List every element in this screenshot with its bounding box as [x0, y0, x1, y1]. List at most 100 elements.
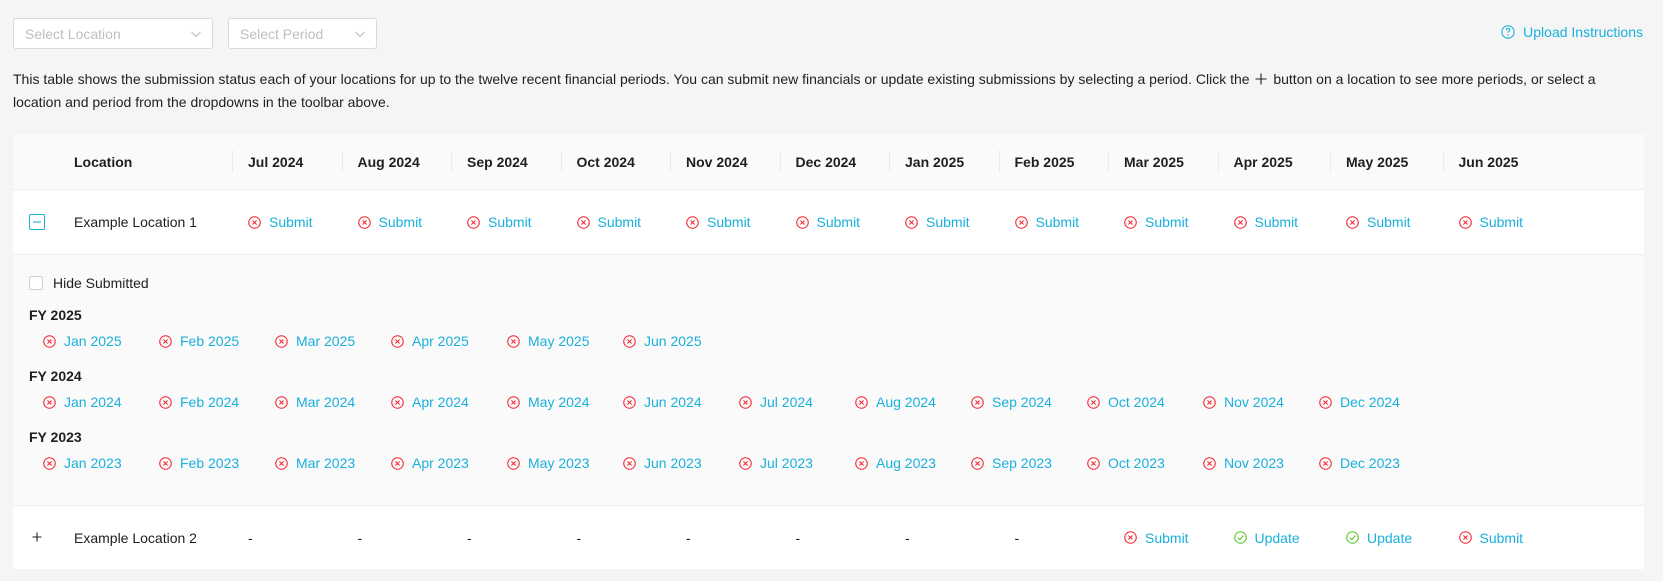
update-link[interactable]: Update [1233, 530, 1300, 546]
period-cell: Submit [467, 190, 532, 254]
submit-link[interactable]: Submit [1458, 214, 1524, 230]
period-link[interactable]: May 2023 [507, 455, 623, 471]
close-circle-icon [686, 215, 699, 229]
close-circle-icon [1087, 456, 1100, 470]
submit-link[interactable]: Submit [1014, 214, 1079, 230]
period-link[interactable]: Feb 2024 [159, 394, 275, 410]
location-select[interactable]: Select Location [13, 18, 213, 49]
close-circle-icon [357, 215, 371, 229]
period-link[interactable]: Apr 2023 [391, 455, 507, 471]
period-link[interactable]: Dec 2024 [1319, 394, 1435, 410]
fiscal-year-title: FY 2025 [29, 307, 82, 323]
status-label: Submit [707, 214, 751, 230]
period-link[interactable]: Mar 2023 [275, 455, 391, 471]
close-circle-icon [1087, 395, 1100, 409]
period-select[interactable]: Select Period [228, 18, 377, 49]
upload-instructions-link[interactable]: Upload Instructions [1501, 24, 1643, 40]
table-row: Example Location 1 Submit Submit Submit Subm… [13, 190, 1644, 255]
period-link[interactable]: Nov 2023 [1203, 455, 1319, 471]
period-link[interactable]: Mar 2025 [275, 333, 391, 349]
close-circle-icon [855, 456, 868, 470]
period-link[interactable]: Sep 2023 [971, 455, 1087, 471]
period-link[interactable]: Apr 2025 [391, 333, 507, 349]
period-link[interactable]: Aug 2023 [855, 455, 971, 471]
no-data-dash: - [686, 529, 691, 546]
no-data-dash: - [905, 529, 910, 546]
period-label: Dec 2024 [1340, 394, 1400, 410]
submit-link[interactable]: Submit [1346, 214, 1411, 230]
period-link[interactable]: Jul 2024 [739, 394, 855, 410]
period-link[interactable]: Jan 2023 [43, 455, 159, 471]
close-circle-icon [1014, 215, 1028, 229]
hide-submitted-toggle[interactable]: Hide Submitted [29, 275, 149, 291]
hide-submitted-checkbox[interactable] [29, 276, 43, 290]
close-circle-icon [623, 334, 636, 348]
close-circle-icon [855, 395, 868, 409]
period-link[interactable]: Jun 2023 [623, 455, 739, 471]
period-link[interactable]: Feb 2023 [159, 455, 275, 471]
submit-link[interactable]: Submit [1233, 214, 1299, 230]
no-data-dash: - [1014, 529, 1020, 546]
status-label: Submit [1254, 214, 1299, 230]
submit-link[interactable]: Submit [686, 214, 751, 230]
period-link[interactable]: Mar 2024 [275, 394, 391, 410]
column-divider [232, 150, 233, 172]
check-circle-icon [1346, 531, 1359, 544]
period-link[interactable]: Jan 2025 [43, 333, 159, 349]
submit-link[interactable]: Submit [248, 214, 313, 230]
period-label: Jun 2025 [644, 333, 702, 349]
period-cell: - [686, 506, 691, 569]
column-header-location: Location [74, 153, 133, 170]
close-circle-icon [623, 395, 636, 409]
submit-link[interactable]: Submit [467, 214, 532, 230]
location-name: Example Location 2 [74, 529, 197, 546]
submit-link[interactable]: Submit [576, 214, 641, 230]
period-link[interactable]: Oct 2023 [1087, 455, 1203, 471]
period-cell: - [248, 506, 253, 569]
column-divider [998, 150, 1000, 172]
collapse-row-button[interactable] [29, 214, 45, 230]
period-link[interactable]: Oct 2024 [1087, 394, 1203, 410]
upload-instructions-label: Upload Instructions [1523, 24, 1643, 40]
location-name: Example Location 1 [74, 214, 197, 230]
period-link[interactable]: Jun 2025 [623, 333, 739, 349]
close-circle-icon [1203, 395, 1216, 409]
close-circle-icon [159, 456, 172, 470]
period-link[interactable]: Aug 2024 [855, 394, 971, 410]
period-link[interactable]: Nov 2024 [1203, 394, 1319, 410]
submit-link[interactable]: Submit [1124, 214, 1189, 230]
submit-link[interactable]: Submit [1124, 530, 1189, 546]
period-link[interactable]: Feb 2025 [159, 333, 275, 349]
period-link[interactable]: Jul 2023 [739, 455, 855, 471]
no-data-dash: - [357, 529, 363, 546]
close-circle-icon [576, 215, 590, 229]
submit-link[interactable]: Submit [357, 214, 422, 230]
period-cell: - [796, 506, 801, 569]
period-cell: Submit [1458, 506, 1523, 569]
period-link[interactable]: May 2024 [507, 394, 623, 410]
period-cell: Submit [1346, 190, 1411, 254]
period-cell: Submit [795, 190, 860, 254]
expand-row-button[interactable] [29, 529, 45, 545]
column-header-period: Apr 2025 [1233, 153, 1293, 170]
period-link[interactable]: Sep 2024 [971, 394, 1087, 410]
submit-link[interactable]: Submit [1458, 530, 1523, 546]
close-circle-icon [1124, 531, 1137, 544]
status-label: Submit [1479, 214, 1524, 230]
period-link[interactable]: Jan 2024 [43, 394, 159, 410]
period-link[interactable]: Jun 2024 [623, 394, 739, 410]
period-label: Jul 2023 [760, 455, 813, 471]
column-header-period: Dec 2024 [795, 153, 857, 170]
period-link[interactable]: Apr 2024 [391, 394, 507, 410]
submit-link[interactable]: Submit [795, 214, 860, 230]
period-link[interactable]: May 2025 [507, 333, 623, 349]
period-cell: Submit [905, 190, 970, 254]
column-header-period: Jan 2025 [905, 153, 965, 170]
submit-link[interactable]: Submit [905, 214, 970, 230]
update-link[interactable]: Update [1346, 530, 1412, 546]
close-circle-icon [1203, 456, 1216, 470]
plus-icon [32, 532, 42, 542]
period-link[interactable]: Dec 2023 [1319, 455, 1435, 471]
period-label: Jun 2023 [644, 455, 702, 471]
period-label: Oct 2024 [1108, 394, 1165, 410]
